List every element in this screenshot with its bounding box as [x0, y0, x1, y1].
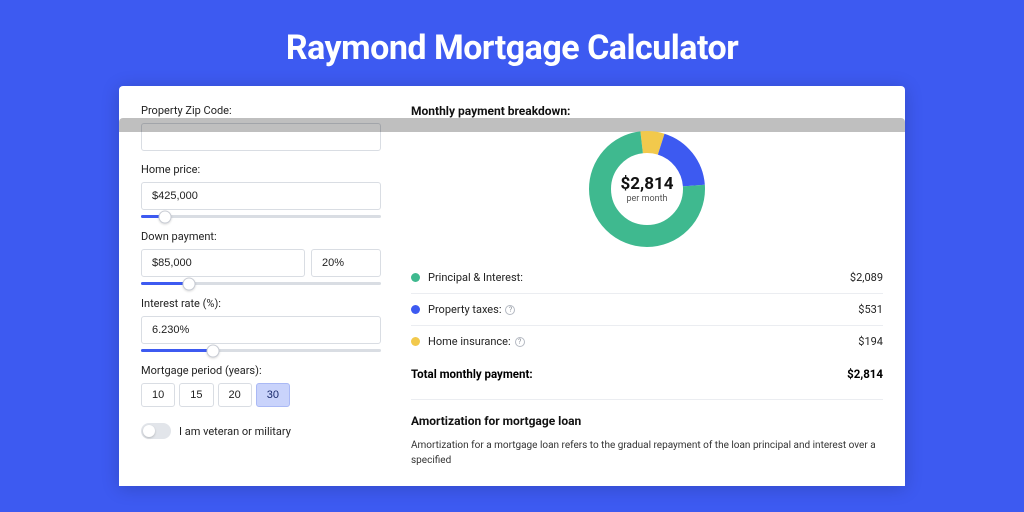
- total-label: Total monthly payment:: [411, 367, 847, 381]
- down-payment-slider[interactable]: [141, 282, 381, 285]
- period-option-30[interactable]: 30: [256, 383, 290, 407]
- veteran-label: I am veteran or military: [179, 425, 291, 438]
- legend-label: Home insurance:?: [428, 335, 858, 348]
- slider-thumb[interactable]: [159, 210, 172, 223]
- home-price-label: Home price:: [141, 163, 381, 176]
- amortization-text: Amortization for a mortgage loan refers …: [411, 438, 883, 468]
- breakdown-column: Monthly payment breakdown: $2,814 per mo…: [411, 104, 883, 468]
- legend-row-taxes: Property taxes:?$531: [411, 296, 883, 323]
- veteran-toggle[interactable]: [141, 423, 171, 439]
- legend-row-insurance: Home insurance:?$194: [411, 328, 883, 355]
- legend-value: $194: [858, 335, 883, 348]
- legend-value: $531: [858, 303, 883, 316]
- breakdown-title: Monthly payment breakdown:: [411, 104, 883, 118]
- donut-chart: $2,814 per month: [588, 130, 706, 248]
- toggle-knob: [143, 425, 155, 437]
- calculator-card: Property Zip Code: Home price: Down paym…: [119, 86, 905, 486]
- legend: Principal & Interest:$2,089 Property taxe…: [411, 264, 883, 355]
- home-price-slider[interactable]: [141, 215, 381, 218]
- interest-slider[interactable]: [141, 349, 381, 352]
- slider-fill: [141, 349, 213, 352]
- down-payment-label: Down payment:: [141, 230, 381, 243]
- slider-thumb[interactable]: [183, 277, 196, 290]
- period-option-15[interactable]: 15: [179, 383, 213, 407]
- card-shadow: [119, 118, 905, 132]
- donut-chart-wrap: $2,814 per month: [411, 130, 883, 248]
- legend-dot-icon: [411, 337, 420, 346]
- donut-sublabel: per month: [626, 194, 667, 204]
- legend-dot-icon: [411, 305, 420, 314]
- total-row: Total monthly payment: $2,814: [411, 359, 883, 389]
- donut-value: $2,814: [621, 174, 674, 194]
- divider: [411, 293, 883, 294]
- period-label: Mortgage period (years):: [141, 364, 381, 377]
- down-payment-input[interactable]: [141, 249, 305, 277]
- legend-label: Property taxes:?: [428, 303, 858, 316]
- zip-label: Property Zip Code:: [141, 104, 381, 117]
- donut-center: $2,814 per month: [588, 130, 706, 248]
- legend-dot-icon: [411, 273, 420, 282]
- period-options: 10152030: [141, 383, 381, 407]
- interest-input[interactable]: [141, 316, 381, 344]
- amortization-title: Amortization for mortgage loan: [411, 414, 883, 428]
- period-option-20[interactable]: 20: [218, 383, 252, 407]
- home-price-input[interactable]: [141, 182, 381, 210]
- period-option-10[interactable]: 10: [141, 383, 175, 407]
- down-payment-pct-input[interactable]: [311, 249, 381, 277]
- amortization-section: Amortization for mortgage loan Amortizat…: [411, 399, 883, 468]
- slider-thumb[interactable]: [207, 344, 220, 357]
- info-icon[interactable]: ?: [515, 337, 525, 347]
- total-value: $2,814: [847, 367, 883, 381]
- divider: [411, 325, 883, 326]
- interest-label: Interest rate (%):: [141, 297, 381, 310]
- info-icon[interactable]: ?: [505, 305, 515, 315]
- legend-row-principal: Principal & Interest:$2,089: [411, 264, 883, 291]
- legend-label: Principal & Interest:: [428, 271, 850, 284]
- page-title: Raymond Mortgage Calculator: [0, 0, 1024, 86]
- form-column: Property Zip Code: Home price: Down paym…: [141, 104, 381, 468]
- legend-value: $2,089: [850, 271, 883, 284]
